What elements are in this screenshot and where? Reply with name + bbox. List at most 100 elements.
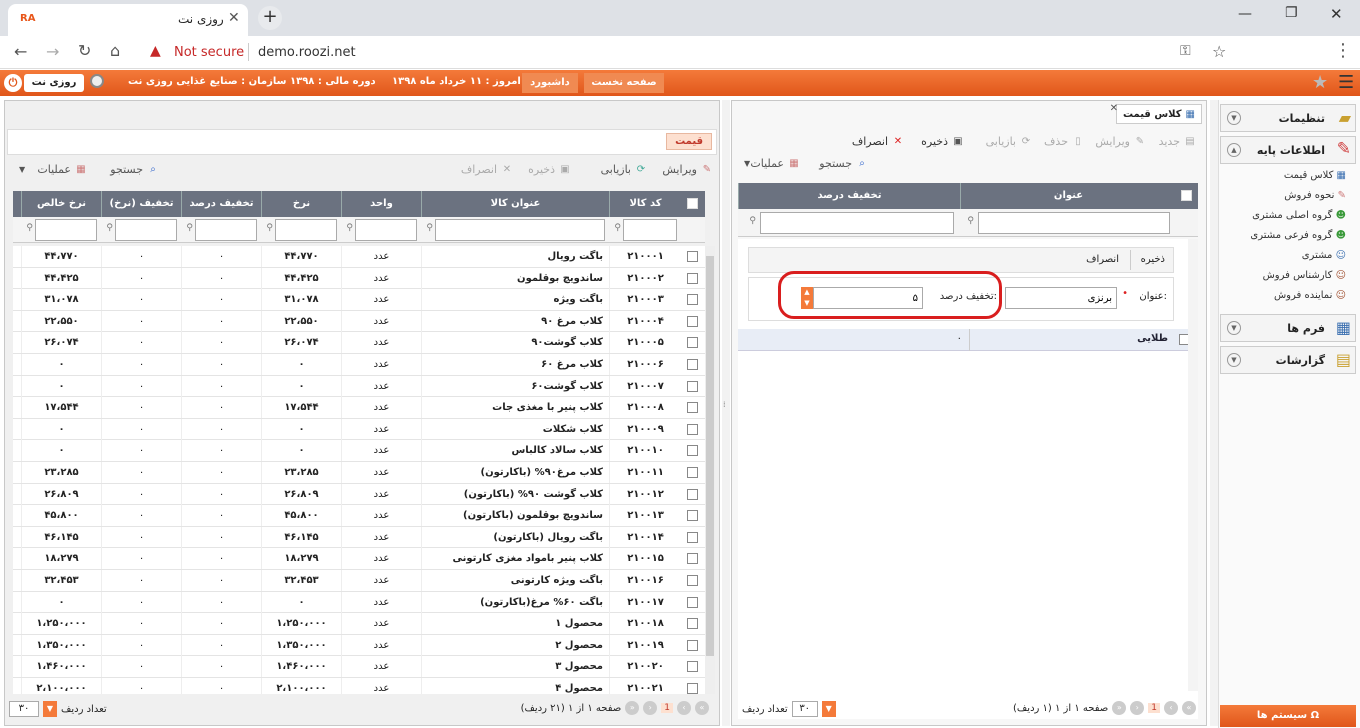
- row-checkbox[interactable]: [687, 510, 698, 522]
- sidebar-item[interactable]: گروه فرعی مشتری ☻: [1250, 230, 1346, 241]
- filter-col-disc-pct-input[interactable]: [195, 219, 257, 241]
- sidebar-item[interactable]: مشتری ☺: [1302, 250, 1346, 261]
- first-page-icon[interactable]: »: [625, 701, 640, 715]
- rows-dropdown-icon[interactable]: ▼: [821, 701, 836, 717]
- col-name[interactable]: عنوان کالا: [421, 191, 609, 217]
- refresh-button[interactable]: بازیابی ⟳: [986, 135, 1032, 148]
- filter-icon[interactable]: ⚲: [26, 223, 33, 233]
- favorite-star-icon[interactable]: ★: [1312, 72, 1328, 93]
- row-checkbox[interactable]: [687, 359, 698, 370]
- sidebar-item[interactable]: گروه اصلی مشتری ☻: [1252, 210, 1346, 221]
- key-icon[interactable]: ⚿: [1180, 43, 1191, 59]
- table-row[interactable]: ۲۱۰۰۰۸ کلاب پنیر با مغذی جات عدد ۱۷،۵۴۴ ۰ ۰ ۱۷…: [13, 397, 705, 419]
- filter-icon[interactable]: ⚲: [346, 223, 353, 233]
- filter-icon[interactable]: ⚲: [614, 223, 621, 233]
- chevron-down-icon[interactable]: ▼: [1227, 321, 1241, 335]
- row-checkbox[interactable]: [687, 596, 698, 608]
- sidebar-item[interactable]: نماینده فروش ☺: [1274, 290, 1346, 301]
- dashboard-button[interactable]: داشبورد: [522, 73, 578, 93]
- col-code[interactable]: کد کالا: [609, 191, 681, 217]
- prev-page-icon[interactable]: ›: [1130, 701, 1145, 715]
- tab-price-class[interactable]: کلاس قیمت ▦: [1115, 104, 1202, 124]
- url-text[interactable]: demo.roozi.net: [258, 45, 356, 60]
- table-row[interactable]: ۲۱۰۰۰۷ کلاب گوشت۶۰ عدد ۰ ۰ ۰ ۰: [13, 375, 705, 398]
- row-checkbox[interactable]: [687, 618, 698, 630]
- table-row[interactable]: ۲۱۰۰۰۴ کلاب مرغ ۹۰ عدد ۲۲،۵۵۰ ۰ ۰ ۲۲،۵۵۰: [13, 310, 705, 333]
- price-refresh-button[interactable]: بازیابی ⟳: [601, 163, 647, 176]
- col-title[interactable]: عنوان: [960, 183, 1176, 209]
- table-row[interactable]: ۲۱۰۰۱۷ باگت ۶۰% مرغ(باکارتون) عدد ۰ ۰ ۰ ۰: [13, 591, 705, 614]
- rows-value[interactable]: ۳۰: [791, 701, 818, 717]
- save-button[interactable]: ذخیره ▣: [921, 135, 964, 148]
- sidebar-basic-info[interactable]: ✎ اطلاعات پایه ▲: [1220, 136, 1356, 164]
- filter-col-rate-input[interactable]: [275, 219, 337, 241]
- new-button[interactable]: جدید ▤: [1159, 135, 1196, 148]
- next-page-icon[interactable]: ‹: [677, 701, 691, 715]
- filter-icon[interactable]: ⚲: [106, 223, 113, 233]
- table-row[interactable]: ۲۱۰۰۱۴ باگت رویال (باکارتون) عدد ۴۶،۱۴۵ ۰ ۰ ۴۶…: [13, 526, 705, 549]
- table-row[interactable]: ۲۱۰۰۱۲ کلاب گوشت ۹۰% (باکارتون) عدد ۲۶،۸۰۹ ۰…: [13, 483, 705, 506]
- table-row[interactable]: ۲۱۰۰۰۳ باگت ویژه عدد ۳۱،۰۷۸ ۰ ۰ ۳۱،۰۷۸: [13, 289, 705, 311]
- edit-button[interactable]: ویرایش ✎: [1095, 135, 1146, 148]
- row-checkbox[interactable]: [687, 467, 698, 478]
- row-checkbox[interactable]: [687, 445, 698, 457]
- first-page-icon[interactable]: »: [1112, 701, 1127, 715]
- systems-menu-button[interactable]: سیستم ها Ω: [1220, 705, 1356, 727]
- star-icon[interactable]: ☆: [1212, 42, 1226, 61]
- home-icon[interactable]: ⌂: [110, 41, 120, 60]
- filter-title-input[interactable]: [978, 212, 1170, 234]
- ops-dropdown-icon[interactable]: ▼: [744, 159, 750, 168]
- row-checkbox[interactable]: [687, 661, 698, 673]
- prev-page-icon[interactable]: ›: [643, 701, 658, 715]
- price-search-button[interactable]: جستجو ⌕: [110, 163, 159, 176]
- last-page-icon[interactable]: «: [695, 701, 709, 715]
- sidebar-forms[interactable]: ▦ فرم ها ▼: [1220, 314, 1356, 342]
- table-row[interactable]: ۲۱۰۰۱۶ باگت ویژه کارتونی عدد ۳۲،۴۵۳ ۰ ۰ ۳۲،۴۵۳: [13, 570, 705, 592]
- sidebar-item[interactable]: کلاس قیمت ▦: [1284, 170, 1346, 181]
- row-checkbox[interactable]: [687, 488, 698, 500]
- col-disc-pct[interactable]: تخفیف درصد: [181, 191, 261, 217]
- row-checkbox[interactable]: [687, 337, 698, 349]
- table-row[interactable]: ۲۱۰۰۰۶ کلاب مرغ ۶۰ عدد ۰ ۰ ۰ ۰: [13, 354, 705, 376]
- filter-col-disc-rate-input[interactable]: [115, 219, 177, 241]
- class-row[interactable]: طلایی ۰: [738, 329, 1198, 351]
- menu-dots-icon[interactable]: ⋮: [1334, 40, 1352, 61]
- inline-save-button[interactable]: ذخیره: [1141, 254, 1165, 265]
- row-checkbox[interactable]: [687, 272, 698, 284]
- ops-button[interactable]: عملیات ▦: [750, 157, 800, 170]
- cancel-button[interactable]: انصراف ✕: [852, 135, 904, 148]
- col-net[interactable]: نرخ خالص: [21, 191, 101, 217]
- row-checkbox[interactable]: [687, 294, 698, 306]
- table-row[interactable]: ۲۱۰۰۱۵ کلاب پنیر بامواد مغزی کارتونی عدد ۱۸…: [13, 548, 705, 570]
- filter-col-name-input[interactable]: [435, 219, 605, 241]
- hamburger-icon[interactable]: ☰: [1338, 72, 1354, 93]
- filter-icon[interactable]: ⚲: [266, 223, 273, 233]
- col-rate[interactable]: نرخ: [261, 191, 341, 217]
- current-page[interactable]: 1: [661, 703, 673, 713]
- ops-dropdown-icon[interactable]: ▼: [19, 165, 25, 174]
- filter-icon[interactable]: ⚲: [426, 223, 433, 233]
- table-row[interactable]: ۲۱۰۰۱۱ کلاب مرغ۹۰% (باکارتون) عدد ۲۳،۲۸۵ ۰ ۰ ۲…: [13, 462, 705, 484]
- sidebar-item[interactable]: کارشناس فروش ☺: [1263, 270, 1346, 281]
- select-all-checkbox[interactable]: [687, 198, 698, 209]
- chevron-up-icon[interactable]: ▲: [1227, 143, 1241, 157]
- table-row[interactable]: ۲۱۰۰۱۹ محصول ۲ عدد ۱،۳۵۰،۰۰۰ ۰ ۰ ۱،۳۵۰،۰۰۰: [13, 634, 705, 657]
- minimize-icon[interactable]: —: [1238, 6, 1252, 22]
- filter-col-unit-input[interactable]: [355, 219, 417, 241]
- next-page-icon[interactable]: ‹: [1164, 701, 1178, 715]
- rows-value[interactable]: ۳۰: [9, 701, 39, 717]
- class-scrollbar[interactable]: [1188, 239, 1198, 691]
- select-all-checkbox[interactable]: [1181, 190, 1192, 201]
- power-icon[interactable]: ⏻: [4, 74, 22, 92]
- row-checkbox[interactable]: [687, 553, 698, 565]
- search-button[interactable]: جستجو ⌕: [819, 157, 868, 170]
- splitter-right[interactable]: [1210, 100, 1218, 726]
- row-checkbox[interactable]: [687, 639, 698, 651]
- row-checkbox[interactable]: [687, 315, 698, 327]
- restore-icon[interactable]: ❐: [1285, 5, 1298, 21]
- price-cancel-button[interactable]: انصراف ✕: [461, 163, 513, 176]
- table-row[interactable]: ۲۱۰۰۱۳ ساندویچ بوقلمون (باکارتون) عدد ۴۵،۸۰…: [13, 505, 705, 527]
- user-label[interactable]: روزی نت: [24, 74, 84, 92]
- filter-col-code-input[interactable]: [623, 219, 677, 241]
- price-scrollbar[interactable]: [705, 246, 715, 694]
